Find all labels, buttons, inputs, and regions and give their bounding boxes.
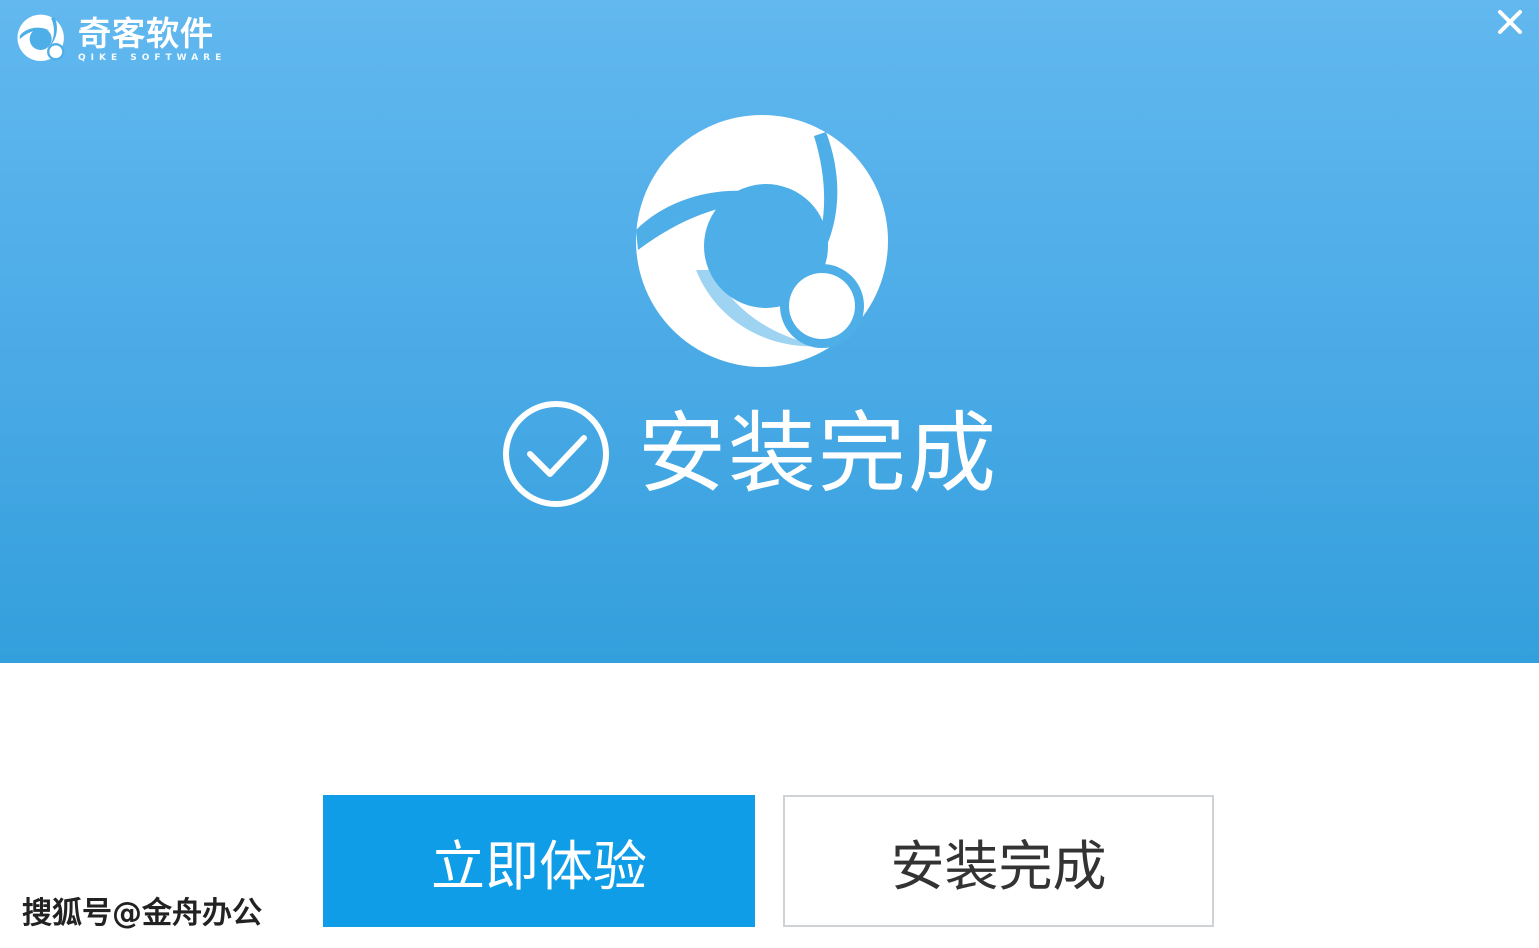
brand-text: 奇客软件 QIKE SOFTWARE [78, 14, 227, 64]
try-now-button[interactable]: 立即体验 [323, 795, 755, 927]
install-status: 安装完成 [500, 398, 998, 510]
brand-subtitle: QIKE SOFTWARE [78, 53, 227, 63]
qike-logo-icon [17, 14, 65, 62]
check-circle-icon [503, 401, 609, 507]
brand: 奇客软件 QIKE SOFTWARE [12, 10, 226, 68]
brand-name: 奇客软件 [78, 14, 214, 53]
installer-window: 奇客软件 QIKE SOFTWARE 安装完成 立即体验 安装完成 搜狐号@金舟… [0, 0, 1539, 948]
status-text: 安装完成 [638, 402, 999, 505]
close-icon [1498, 10, 1522, 34]
qike-logo-icon [636, 115, 888, 367]
header-banner: 奇客软件 QIKE SOFTWARE 安装完成 [0, 0, 1539, 663]
close-button[interactable] [1490, 4, 1530, 40]
watermark: 搜狐号@金舟办公 [22, 896, 262, 931]
finish-install-button[interactable]: 安装完成 [783, 795, 1214, 927]
